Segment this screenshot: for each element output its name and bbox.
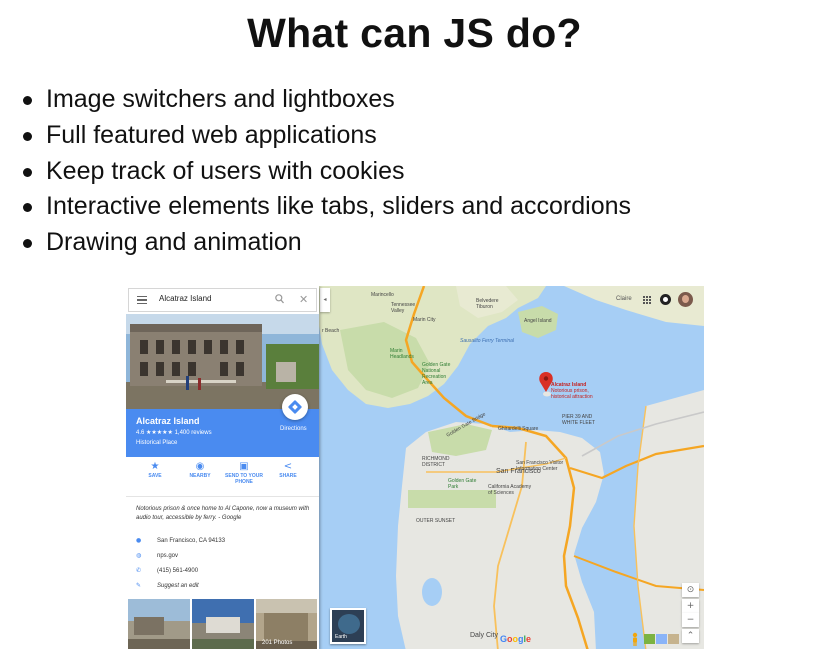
bullet-item: Drawing and animation [20, 225, 631, 261]
layers-thumbnails-icon[interactable] [644, 634, 680, 644]
bullet-item: Interactive elements like tabs, sliders … [20, 189, 631, 225]
directions-icon [287, 399, 303, 415]
phone-icon: ✆ [136, 567, 142, 574]
menu-icon[interactable] [137, 296, 147, 304]
action-label: SEND TO YOUR PHONE [225, 473, 263, 485]
place-panel: Alcatraz Island ✕ Alcatraz Island 4.6 ★★… [126, 286, 319, 649]
map-label: California Academy of Sciences [488, 484, 532, 496]
map-label: OUTER SUNSET [416, 518, 456, 524]
photo-thumbnail[interactable] [128, 599, 190, 649]
action-label: SAVE [148, 473, 162, 479]
google-logo: Google [500, 634, 532, 644]
close-icon[interactable]: ✕ [299, 293, 308, 306]
bullet-dot [23, 131, 32, 141]
bullet-text: Image switchers and lightboxes [46, 85, 395, 113]
map-label: Tennessee Valley [391, 302, 416, 314]
zoom-out-button[interactable]: − [682, 613, 699, 627]
phone-text: (415) 561-4900 [157, 568, 199, 574]
action-label: SHARE [279, 473, 297, 479]
pencil-icon: ✎ [136, 582, 142, 589]
bullet-dot [23, 203, 32, 213]
search-input[interactable]: Alcatraz Island [159, 294, 211, 303]
place-name: Alcatraz Island [136, 416, 200, 426]
nearby-icon: ◉ [195, 461, 205, 472]
globe-icon [338, 614, 360, 634]
map-label: Marin Headlands [390, 348, 414, 360]
map-label: Angel Island [524, 318, 552, 324]
map-label: Marincello [371, 292, 394, 298]
maps-screenshot: Marincello Tennessee Valley Marin City B… [126, 286, 704, 649]
zoom-controls: ⊙ + − ⌃ [682, 583, 699, 643]
collapse-panel-button[interactable]: ◂ [320, 288, 330, 312]
map-label: Marin City [413, 317, 436, 323]
place-rating[interactable]: 4.6 ★★★★★ 1,400 reviews [136, 429, 212, 436]
earth-view-button[interactable]: Earth [330, 608, 366, 644]
suggest-edit-row[interactable]: ✎ Suggest an edit [136, 582, 199, 589]
address-text: San Francisco, CA 94133 [157, 538, 226, 544]
bullet-dot [23, 239, 32, 249]
send-to-phone-button[interactable]: ▣ SEND TO YOUR PHONE [222, 461, 266, 485]
map-label: San Francisco Visitor Information Center [516, 460, 564, 472]
website-text: nps.gov [157, 553, 179, 559]
zoom-in-button[interactable]: + [682, 599, 699, 613]
location-pin-icon: ● [136, 537, 142, 544]
my-location-button[interactable]: ⊙ [682, 583, 699, 597]
bullet-text: Full featured web applications [46, 120, 377, 149]
divider [126, 496, 319, 497]
map-label: Daly City [470, 632, 499, 639]
bullet-list: Image switchers and lightboxes Full feat… [20, 82, 631, 261]
place-description: Notorious prison & once home to Al Capon… [136, 506, 310, 521]
bullet-dot [23, 167, 32, 177]
globe-icon: ◍ [136, 552, 142, 559]
nearby-button[interactable]: ◉ NEARBY [178, 461, 222, 479]
map-label: RICHMOND DISTRICT [422, 456, 450, 468]
bullet-item: Image switchers and lightboxes [20, 82, 631, 118]
directions-label[interactable]: Directions [280, 426, 307, 432]
phone-row[interactable]: ✆ (415) 561-4900 [136, 567, 198, 574]
action-label: NEARBY [189, 473, 211, 479]
search-icon[interactable] [275, 294, 284, 306]
earth-label: Earth [335, 634, 347, 640]
avatar[interactable] [678, 292, 693, 307]
share-button[interactable]: < SHARE [266, 461, 310, 479]
bullet-item: Keep track of users with cookies [20, 154, 631, 190]
bullet-item: Full featured web applications [20, 118, 631, 154]
save-button[interactable]: ★ SAVE [133, 461, 177, 479]
pegman-icon[interactable] [631, 632, 639, 646]
photos-count[interactable]: 201 Photos [262, 640, 292, 646]
bullet-text: Interactive elements like tabs, sliders … [46, 192, 632, 221]
address-row[interactable]: ● San Francisco, CA 94133 [136, 537, 225, 544]
photo-strip: 201 Photos [128, 599, 317, 649]
map-label: Golden Gate Park [448, 478, 477, 490]
website-row[interactable]: ◍ nps.gov [136, 552, 178, 559]
bullet-text: Keep track of users with cookies [46, 156, 405, 185]
notifications-icon[interactable] [660, 294, 671, 305]
bullet-dot [23, 96, 32, 105]
suggest-edit-text: Suggest an edit [157, 583, 199, 589]
map-label: Golden Gate National Recreation Area [422, 362, 451, 386]
map-label: Belvedere Tiburon [476, 298, 499, 310]
map-label: Sausalito Ferry Terminal [460, 338, 515, 344]
apps-grid-icon[interactable] [643, 296, 651, 304]
bullet-text: Drawing and animation [46, 228, 302, 257]
map-label: PIER 39 AND WHITE FLEET [562, 414, 596, 426]
photo-thumbnail[interactable] [192, 599, 254, 649]
map-label: Ghirardelli Square [498, 426, 539, 432]
search-box[interactable]: Alcatraz Island ✕ [128, 288, 317, 312]
map-label: Notorious prison, historical attraction [551, 388, 593, 400]
place-type[interactable]: Historical Place [136, 440, 177, 446]
expand-button[interactable]: ⌃ [682, 629, 699, 643]
slide-title: What can JS do? [247, 10, 582, 56]
user-name: Claire [616, 296, 632, 302]
star-icon: ★ [150, 461, 160, 472]
directions-button[interactable] [282, 394, 308, 420]
phone-icon: ▣ [239, 461, 249, 472]
place-actions: ★ SAVE ◉ NEARBY ▣ SEND TO YOUR PHONE < S… [126, 459, 319, 493]
map-label: r Beach [322, 328, 340, 334]
share-icon: < [283, 461, 293, 472]
